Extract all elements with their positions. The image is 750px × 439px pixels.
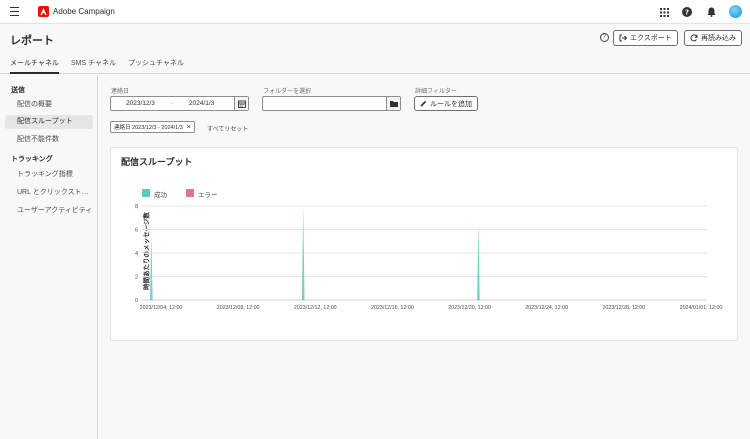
y-tick-label: 6 (135, 228, 138, 234)
y-tick-label: 8 (135, 204, 138, 210)
x-tick-label: 2023/12/12, 12:00 (294, 305, 337, 311)
x-tick-label: 2023/12/28, 12:00 (602, 305, 645, 311)
x-tick-label: 2023/12/04, 12:00 (140, 305, 183, 311)
throughput-chart: 0 2 4 6 8 2023/12/04, 12:00 2023/12/08, 12:00 2… (135, 204, 723, 311)
x-tick-label: 2024/01/01, 12:00 (680, 305, 723, 311)
x-tick-label: 2023/12/08, 12:00 (217, 305, 260, 311)
y-tick-label: 2 (135, 275, 138, 281)
y-tick-label: 0 (135, 298, 138, 304)
y-tick-label: 4 (135, 251, 138, 257)
series-spike (477, 223, 480, 300)
x-tick-label: 2023/12/16, 12:00 (371, 305, 414, 311)
x-tick-label: 2023/12/24, 12:00 (525, 305, 568, 311)
x-tick-label: 2023/12/20, 12:00 (448, 305, 491, 311)
series-spike (150, 235, 153, 300)
